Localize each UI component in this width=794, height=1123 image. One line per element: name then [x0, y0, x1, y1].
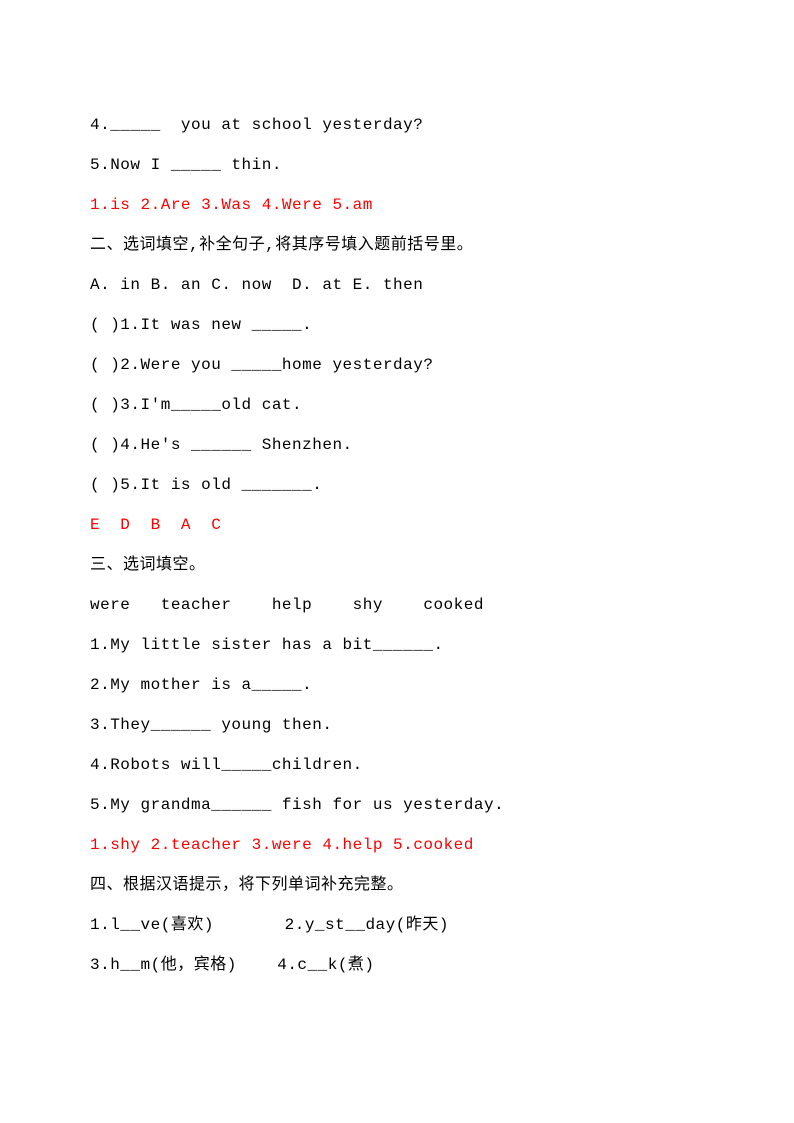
question-line: 5.Now I _____ thin. — [90, 145, 704, 185]
question-line: ( )3.I'm_____old cat. — [90, 385, 704, 425]
answer-line: 1.is 2.Are 3.Was 4.Were 5.am — [90, 185, 704, 225]
question-line: 3.They______ young then. — [90, 705, 704, 745]
question-line: 4._____ you at school yesterday? — [90, 105, 704, 145]
question-line: 2.My mother is a_____. — [90, 665, 704, 705]
question-line: 1.l__ve(喜欢) 2.y_st__day(昨天) — [90, 905, 704, 945]
section-heading: 二、选词填空,补全句子,将其序号填入题前括号里。 — [90, 225, 704, 265]
options-line: A. in B. an C. now D. at E. then — [90, 265, 704, 305]
word-bank-line: were teacher help shy cooked — [90, 585, 704, 625]
answer-line: 1.shy 2.teacher 3.were 4.help 5.cooked — [90, 825, 704, 865]
question-line: ( )2.Were you _____home yesterday? — [90, 345, 704, 385]
question-line: 3.h__m(他，宾格) 4.c__k(煮) — [90, 945, 704, 985]
section-heading: 四、根据汉语提示，将下列单词补充完整。 — [90, 865, 704, 905]
answer-line: E D B A C — [90, 505, 704, 545]
section-heading: 三、选词填空。 — [90, 545, 704, 585]
question-line: 1.My little sister has a bit______. — [90, 625, 704, 665]
question-line: 5.My grandma______ fish for us yesterday… — [90, 785, 704, 825]
question-line: ( )1.It was new _____. — [90, 305, 704, 345]
document-page: 4._____ you at school yesterday? 5.Now I… — [0, 0, 794, 1065]
question-line: 4.Robots will_____children. — [90, 745, 704, 785]
question-line: ( )5.It is old _______. — [90, 465, 704, 505]
question-line: ( )4.He's ______ Shenzhen. — [90, 425, 704, 465]
